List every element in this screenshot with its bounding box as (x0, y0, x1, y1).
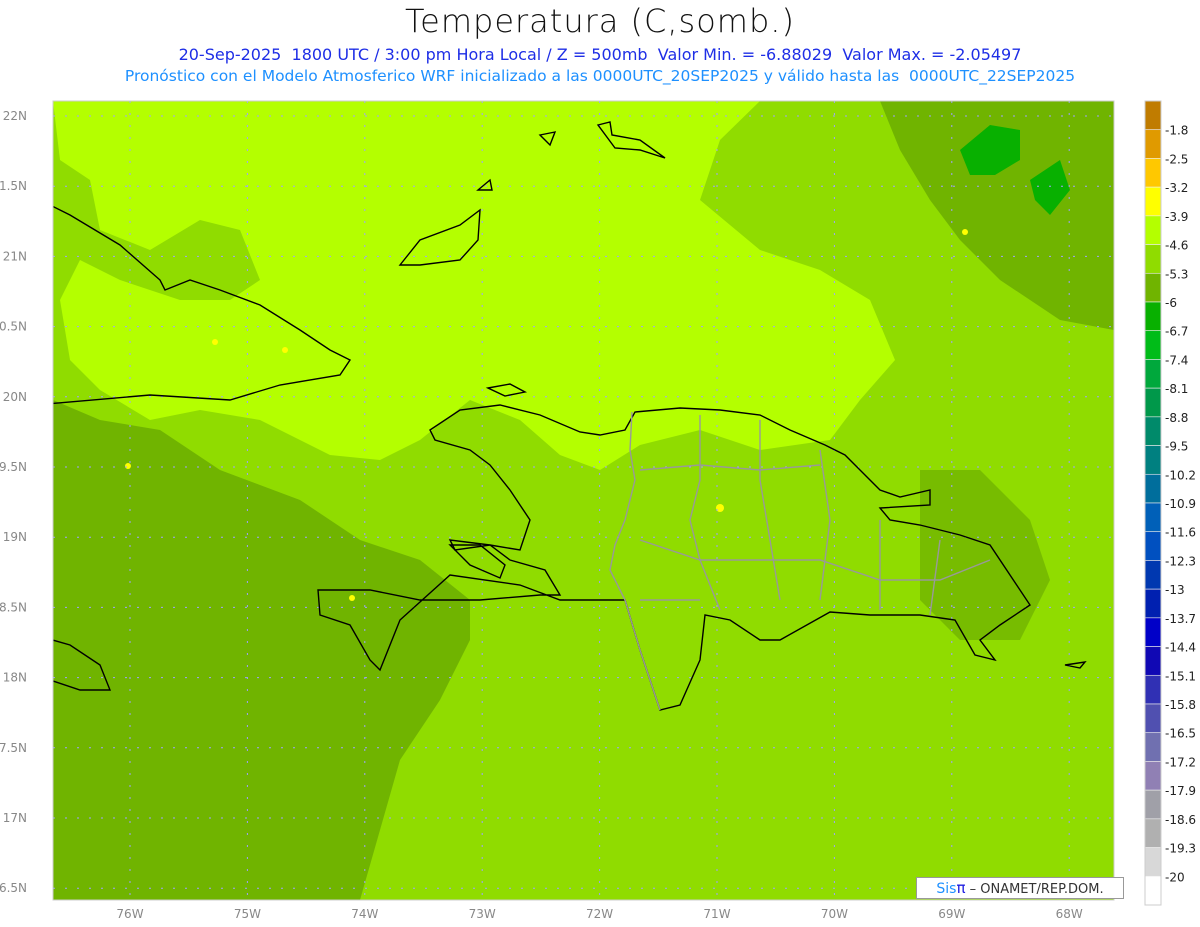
colorbar-label: -5.3 (1165, 267, 1188, 281)
lat-tick-label: 0.5N (0, 320, 27, 334)
colorbar-label: -17.2 (1165, 755, 1196, 769)
colorbar-label: -14.4 (1165, 641, 1196, 655)
colorbar-swatch (1144, 129, 1162, 159)
colorbar-swatch (1144, 674, 1162, 705)
colorbar-label: -17.9 (1165, 784, 1196, 798)
colorbar-swatch (1144, 502, 1162, 533)
colorbar-label: -3.9 (1165, 210, 1188, 224)
lon-tick-label: 76W (116, 907, 143, 921)
colorbar-swatch (1144, 215, 1162, 245)
colorbar-swatch (1144, 818, 1162, 848)
colorbar-swatch (1144, 387, 1162, 418)
credit-label: Sisπ – ONAMET/REP.DOM. (916, 877, 1124, 899)
colorbar-label: -13.7 (1165, 612, 1196, 626)
colorbar-swatch (1144, 473, 1162, 504)
colorbar-swatch (1144, 445, 1162, 475)
colorbar-swatch (1144, 416, 1162, 446)
lon-tick-label: 70W (821, 907, 848, 921)
colorbar-label: -7.4 (1165, 353, 1188, 367)
colorbar-swatch (1144, 272, 1162, 303)
colorbar-label: -8.8 (1165, 411, 1188, 425)
colorbar-swatch (1144, 847, 1162, 877)
lon-tick-label: 73W (469, 907, 496, 921)
lat-tick-label: 9.5N (0, 460, 27, 474)
colorbar-swatch (1144, 761, 1162, 791)
colorbar-label: -1.8 (1165, 124, 1188, 138)
colorbar-label: -4.6 (1165, 239, 1188, 253)
colorbar-label: -6.7 (1165, 325, 1188, 339)
colorbar-swatch (1144, 359, 1162, 389)
credit-pi: π (956, 879, 966, 897)
colorbar-swatch (1144, 588, 1162, 619)
colorbar-swatch (1144, 560, 1162, 590)
lat-tick-label: 6.5N (0, 881, 27, 895)
colorbar-swatch (1144, 875, 1162, 906)
colorbar-label: -16.5 (1165, 727, 1196, 741)
colorbar-label: -18.6 (1165, 813, 1196, 827)
colorbar-swatch (1144, 100, 1162, 131)
colorbar-label: -9.5 (1165, 440, 1188, 454)
colorbar-label: -13 (1165, 583, 1185, 597)
lat-tick-label: 20N (3, 390, 27, 404)
colorbar-swatch (1144, 244, 1162, 274)
colorbar-swatch (1144, 732, 1162, 762)
lon-tick-label: 75W (234, 907, 261, 921)
lat-tick-label: 17N (3, 811, 27, 825)
credit-sis: Sis (936, 881, 957, 897)
colorbar-label: -11.6 (1165, 526, 1196, 540)
colorbar-swatch (1144, 158, 1162, 188)
colorbar-swatch (1144, 301, 1162, 332)
colorbar-swatch (1144, 789, 1162, 820)
lon-tick-label: 71W (703, 907, 730, 921)
colorbar-label: -12.3 (1165, 554, 1196, 568)
colorbar-label: -10.9 (1165, 497, 1196, 511)
temperature-map: 76W 75W 74W 73W 72W 71W 70W 69W 68W 22N 1.5N 21N 0.5… (0, 100, 1196, 921)
lon-tick-label: 74W (351, 907, 378, 921)
shaded-field (53, 101, 1114, 900)
colorbar-swatch (1144, 330, 1162, 360)
lat-tick-label: 7.5N (0, 741, 27, 755)
lon-tick-label: 72W (586, 907, 613, 921)
lon-tick-label: 68W (1056, 907, 1083, 921)
colorbar: -1.8 -2.5 -3.2 -3.9 -4.6 -5.3 -6 -6.7 -7.4 -8.1 -8… (1144, 100, 1196, 906)
colorbar-swatch (1144, 186, 1162, 217)
colorbar-swatch (1144, 617, 1162, 647)
lat-tick-label: 8.5N (0, 600, 27, 614)
colorbar-label: -20 (1165, 870, 1185, 884)
colorbar-label: -3.2 (1165, 181, 1188, 195)
lat-tick-label: 22N (3, 109, 27, 123)
colorbar-swatch (1144, 531, 1162, 561)
lat-tick-label: 19N (3, 530, 27, 544)
credit-org: – ONAMET/REP.DOM. (969, 882, 1104, 897)
colorbar-label: -6 (1165, 296, 1177, 310)
colorbar-label: -10.2 (1165, 468, 1196, 482)
colorbar-label: -8.1 (1165, 382, 1188, 396)
colorbar-label: -15.1 (1165, 669, 1196, 683)
lat-tick-label: 18N (3, 671, 27, 685)
colorbar-label: -15.8 (1165, 698, 1196, 712)
lon-tick-label: 69W (938, 907, 965, 921)
colorbar-swatch (1144, 703, 1162, 734)
lat-tick-label: 1.5N (0, 179, 27, 193)
colorbar-label: -19.3 (1165, 842, 1196, 856)
lat-tick-label: 21N (3, 249, 27, 263)
colorbar-label: -2.5 (1165, 152, 1188, 166)
colorbar-swatch (1144, 646, 1162, 676)
